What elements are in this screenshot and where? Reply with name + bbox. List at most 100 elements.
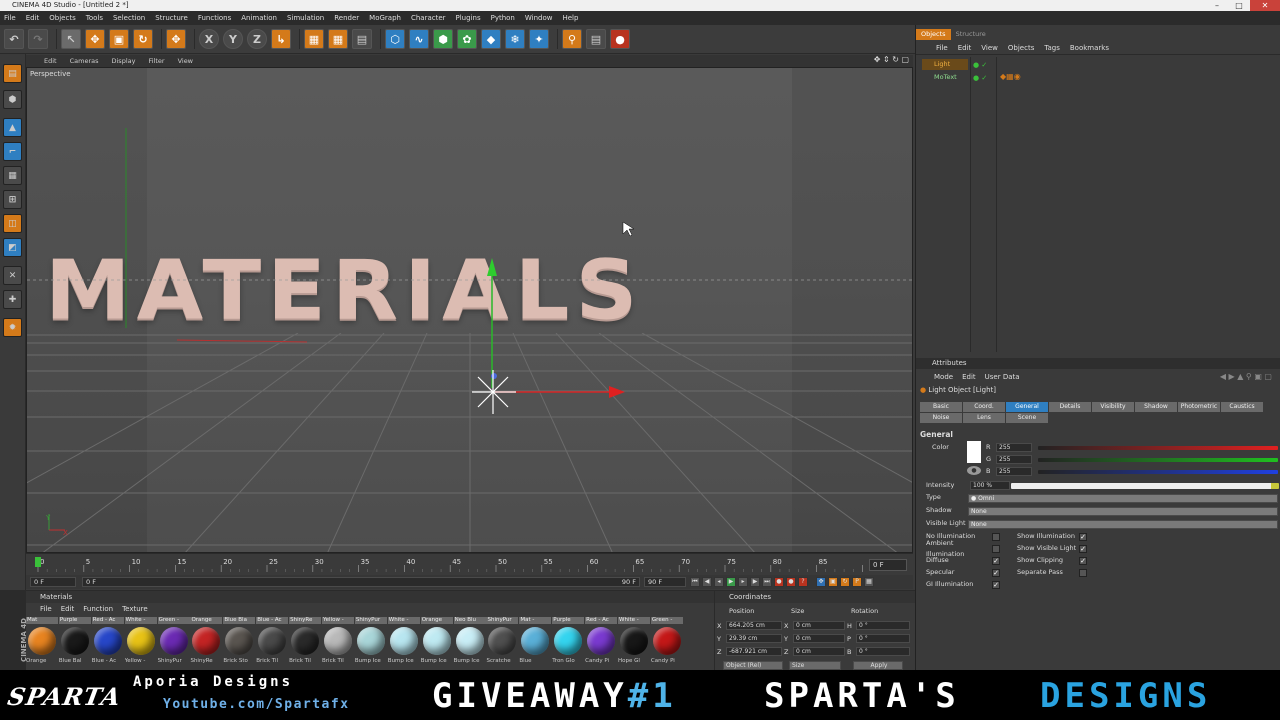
mograph-icon[interactable]: ✦ [529, 29, 549, 49]
checkbox[interactable]: ✓ [992, 556, 1000, 565]
menu-structure[interactable]: Structure [155, 14, 188, 22]
shadow-dropdown[interactable]: None [968, 507, 1278, 516]
material-swatch[interactable]: Red - Ac Blue - Ac [91, 617, 124, 665]
minimize-button[interactable]: – [1206, 0, 1228, 11]
materials-menu-function[interactable]: Function [83, 605, 113, 613]
checkbox[interactable]: ✓ [1079, 544, 1087, 553]
material-swatch[interactable]: Orange ShinyRe [190, 617, 223, 665]
tab-coord[interactable]: Coord. [963, 402, 1005, 412]
render-settings-icon[interactable]: ▤ [352, 29, 372, 49]
coordinate-system-icon[interactable]: ↳ [271, 29, 291, 49]
color-swatch[interactable] [967, 441, 981, 463]
playhead-marker[interactable] [35, 557, 41, 567]
om-menu-bookmarks[interactable]: Bookmarks [1070, 44, 1109, 52]
material-swatch[interactable]: White - Hope Gl [618, 617, 651, 665]
object-light[interactable]: Light [922, 59, 968, 70]
deformer-icon[interactable]: ◆ [481, 29, 501, 49]
live-selection-icon[interactable]: ↖ [61, 29, 81, 49]
material-swatch[interactable]: Mat - Blue [519, 617, 552, 665]
coordinate-rot-field[interactable]: 0 ° [856, 634, 910, 643]
menu-tools[interactable]: Tools [86, 14, 103, 22]
material-swatch[interactable]: Purple Blue Bal [58, 617, 91, 665]
rgb-channel-field[interactable]: 255 [996, 467, 1032, 476]
material-swatch[interactable]: Blue Bla Brick Sto [223, 617, 256, 665]
object-motext[interactable]: MoText [922, 72, 968, 83]
viewport-menu-cameras[interactable]: Cameras [70, 57, 99, 65]
attr-nav-icons[interactable]: ◀ ▶ ▲ ⚲ ▣ ▢ [1220, 372, 1272, 381]
tab-basic[interactable]: Basic [920, 402, 962, 412]
axis-mode-icon[interactable]: ✕ [3, 266, 22, 285]
tab-objects[interactable]: Objects [916, 29, 951, 40]
menu-simulation[interactable]: Simulation [287, 14, 324, 22]
menu-selection[interactable]: Selection [113, 14, 145, 22]
cube-object-icon[interactable]: ⬡ [385, 29, 405, 49]
material-swatch[interactable]: Orange Bump Ice [420, 617, 453, 665]
material-swatch[interactable]: Neo Blu Bump Ice [453, 617, 486, 665]
move-tool-icon[interactable]: ✥ [85, 29, 105, 49]
key-rotation-icon[interactable]: ↻ [840, 577, 850, 587]
tab-shadow[interactable]: Shadow [1135, 402, 1177, 412]
material-swatch[interactable]: White - Yellow - [124, 617, 157, 665]
menu-plugins[interactable]: Plugins [456, 14, 481, 22]
snap-icon[interactable]: ✹ [3, 318, 22, 337]
viewport-menu-display[interactable]: Display [112, 57, 136, 65]
rgb-channel-slider[interactable] [1038, 470, 1278, 474]
apply-button[interactable]: Apply [853, 661, 903, 670]
visibility-dots-icon[interactable]: ● ✓ [973, 61, 987, 69]
timeline-ruler-panel[interactable]: 051015202530354045505560657075808590 0 F [26, 553, 913, 575]
material-swatch[interactable]: Yellow - Brick Til [322, 617, 355, 665]
menu-mograph[interactable]: MoGraph [369, 14, 401, 22]
coordinate-pos-field[interactable]: -687.921 cm [726, 647, 782, 656]
tab-lens[interactable]: Lens [963, 413, 1005, 423]
key-scale-icon[interactable]: ▣ [828, 577, 838, 587]
subdivision-surface-icon[interactable]: ⬢ [433, 29, 453, 49]
camera-icon[interactable]: ⚲ [562, 29, 582, 49]
coordinate-pos-field[interactable]: 29.39 cm [726, 634, 782, 643]
material-swatch[interactable]: ShinyRe Brick Til [289, 617, 322, 665]
scene-icon[interactable]: ▤ [586, 29, 606, 49]
go-to-start-icon[interactable]: ⏮ [690, 577, 700, 587]
start-frame-field[interactable]: 0 F [30, 577, 76, 587]
checkbox[interactable] [992, 544, 1000, 553]
menu-python[interactable]: Python [491, 14, 515, 22]
coordinate-rot-field[interactable]: 0 ° [856, 621, 910, 630]
render-picture-viewer-icon[interactable]: ▦ [328, 29, 348, 49]
materials-menu-file[interactable]: File [40, 605, 52, 613]
current-frame-field[interactable]: 0 F [869, 559, 907, 571]
menu-render[interactable]: Render [334, 14, 359, 22]
model-mode-icon[interactable]: ⬢ [3, 90, 22, 109]
tweak-mode-icon[interactable]: ✚ [3, 290, 22, 309]
materials-menu-texture[interactable]: Texture [122, 605, 148, 613]
light-object-icon[interactable]: ● [610, 29, 630, 49]
menu-window[interactable]: Window [525, 14, 553, 22]
coordinate-rot-field[interactable]: 0 ° [856, 647, 910, 656]
previous-key-icon[interactable]: ◀ [702, 577, 712, 587]
spline-pen-icon[interactable]: ∿ [409, 29, 429, 49]
record-active-icon[interactable]: ● [774, 577, 784, 587]
materials-menu-edit[interactable]: Edit [61, 605, 75, 613]
tab-photometric[interactable]: Photometric [1178, 402, 1220, 412]
maximize-button[interactable]: □ [1228, 0, 1250, 11]
size-mode-dropdown[interactable]: Size [789, 661, 841, 670]
y-axis-lock-icon[interactable]: Y [223, 29, 243, 49]
key-position-icon[interactable]: ✥ [816, 577, 826, 587]
tab-visibility[interactable]: Visibility [1092, 402, 1134, 412]
menu-animation[interactable]: Animation [241, 14, 277, 22]
material-swatch[interactable]: ShinyPur Scratche [486, 617, 519, 665]
end-frame-field[interactable]: 90 F [644, 577, 686, 587]
close-button[interactable]: ✕ [1250, 0, 1280, 11]
tab-structure[interactable]: Structure [951, 29, 991, 40]
material-swatch[interactable]: Green - ShinyPur [157, 617, 190, 665]
coordinate-size-field[interactable]: 0 cm [793, 621, 845, 630]
visible-light-dropdown[interactable]: None [968, 520, 1278, 529]
viewport-menu-view[interactable]: View [178, 57, 193, 65]
material-swatch[interactable]: Green - Candy Pi [650, 617, 683, 665]
menu-objects[interactable]: Objects [49, 14, 75, 22]
type-dropdown[interactable]: ● Omni [968, 494, 1278, 503]
rgb-channel-slider[interactable] [1038, 446, 1278, 450]
attr-menu-mode[interactable]: Mode [934, 373, 953, 381]
checkbox[interactable]: ✓ [992, 568, 1000, 577]
material-swatch[interactable]: Blue - Ac Brick Til [256, 617, 289, 665]
array-generator-icon[interactable]: ✿ [457, 29, 477, 49]
om-menu-objects[interactable]: Objects [1008, 44, 1034, 52]
